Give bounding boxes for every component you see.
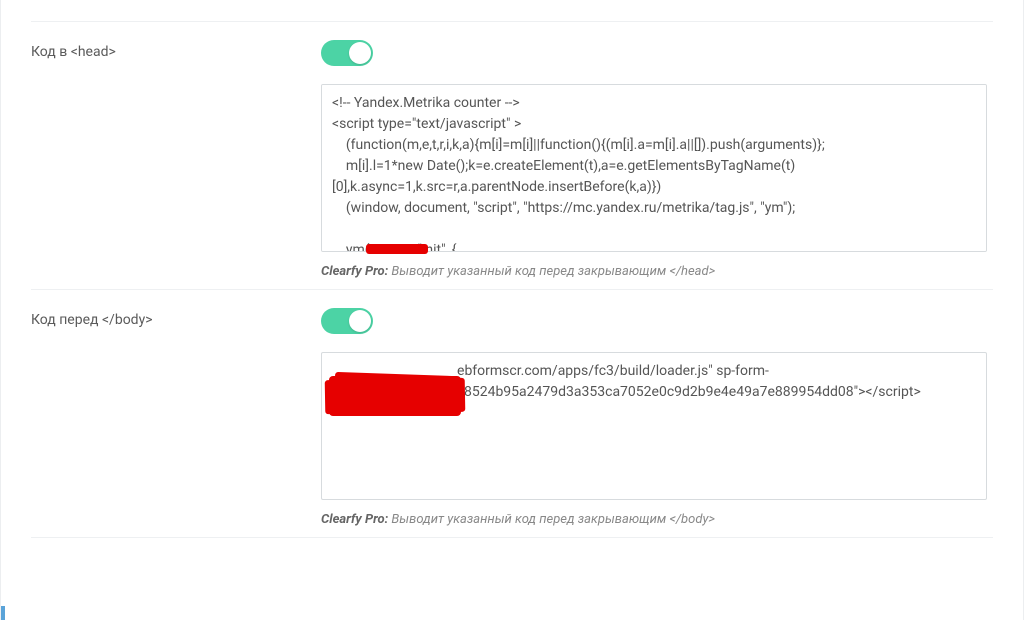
body-code-label-prefix: Код перед [31,312,102,328]
hint-text: Выводит указанный код перед закрывающим [388,264,669,279]
head-code-label-col: Код в <head> [31,40,321,60]
head-code-label-prefix: Код в [31,44,71,60]
toggle-knob [349,310,371,332]
body-code-label-tag: </body> [102,312,153,328]
hint-brand: Clearfy Pro: [321,512,388,527]
hint-brand: Clearfy Pro: [321,264,388,279]
head-code-textarea[interactable] [321,84,987,252]
head-code-controls: Clearfy Pro: Выводит указанный код перед… [321,40,993,279]
head-code-label-tag: <head> [71,44,116,60]
hint-tag: </body> [669,512,715,527]
body-code-toggle[interactable] [321,308,373,334]
head-code-toggle[interactable] [321,40,373,66]
section-body-code: Код перед </body> Clearfy Pro: Выводит у… [31,290,993,538]
toggle-knob [349,42,371,64]
hint-tag: </head> [669,264,715,279]
body-code-label: Код перед </body> [31,312,153,328]
body-code-hint: Clearfy Pro: Выводит указанный код перед… [321,512,987,527]
hint-text: Выводит указанный код перед закрывающим [388,512,669,527]
head-code-label: Код в <head> [31,44,116,60]
body-code-label-col: Код перед </body> [31,308,321,328]
bottom-accent [1,606,5,620]
section-head-code: Код в <head> Clearfy Pro: Выводит указан… [31,22,993,290]
body-code-textarea[interactable] [321,352,987,500]
body-code-controls: Clearfy Pro: Выводит указанный код перед… [321,308,993,527]
head-code-hint: Clearfy Pro: Выводит указанный код перед… [321,264,987,279]
